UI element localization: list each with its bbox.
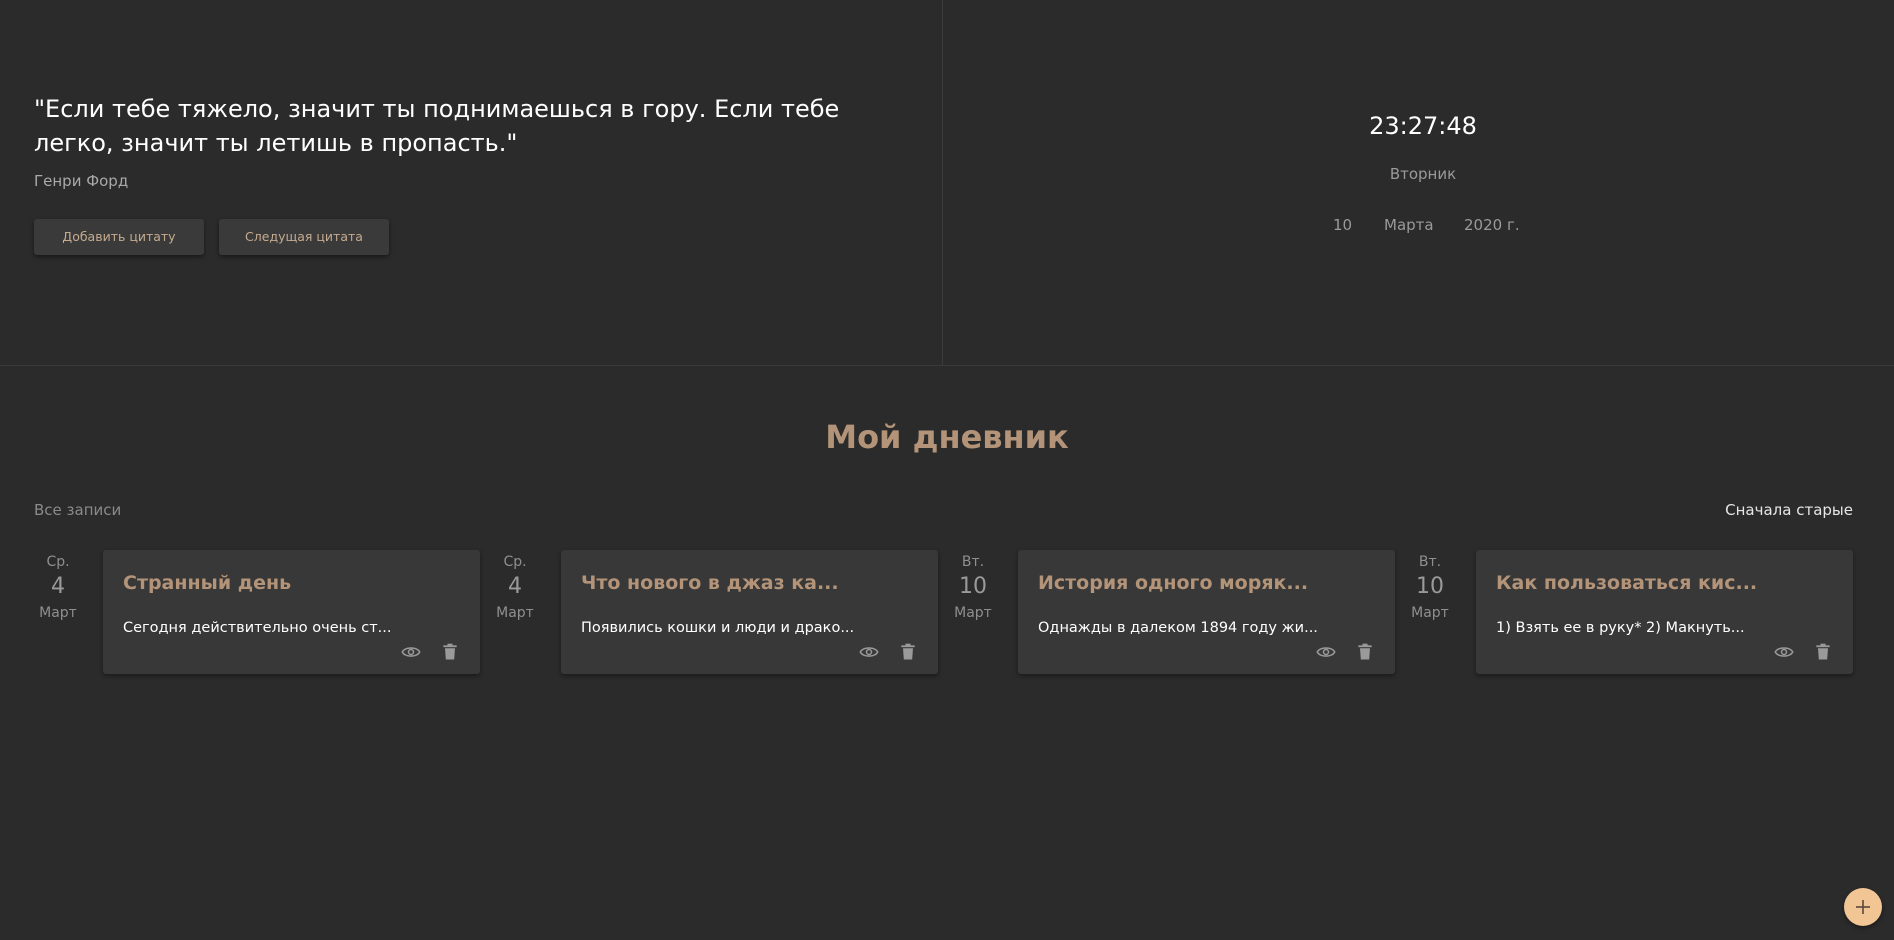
add-entry-button[interactable] [1844,888,1882,926]
top-panel: "Если тебе тяжело, значит ты поднимаешьс… [0,0,1894,366]
panel-divider [942,0,943,365]
quote-text: "Если тебе тяжело, значит ты поднимаешьс… [34,95,840,157]
clock-weekday: Вторник [1389,165,1457,183]
entry-title: История одного моряк... [1038,572,1309,594]
entry-weekday: Ср. [503,554,527,570]
entry-card[interactable]: Странный день Сегодня действительно очен… [103,550,480,674]
plus-icon [1856,900,1870,914]
eye-icon[interactable] [401,642,421,662]
entry-title: Что нового в джаз ка... [581,572,839,594]
entry-date: Вт. 10 Март [1400,553,1460,623]
diary-title: Мой дневник [825,418,1069,456]
entry-card[interactable]: Как пользоваться кис... 1) Взять ее в ру… [1476,550,1853,674]
entry-weekday: Вт. [1418,554,1442,570]
entry-date: Ср. 4 Март [28,553,88,623]
all-entries-label: Все записи [34,501,122,519]
entry-date: Вт. 10 Март [943,553,1003,623]
trash-icon[interactable] [1813,642,1833,662]
entry-preview: Однажды в далеком 1894 году жи... [1038,620,1318,636]
entry-day: 4 [51,574,65,599]
entry-card[interactable]: Что нового в джаз ка... Появились кошки … [561,550,938,674]
entry-day: 10 [1416,574,1444,599]
clock-year: 2020 г. [1464,216,1520,234]
entry-month: Март [496,605,534,621]
entry-day: 4 [508,574,522,599]
entry-preview: 1) Взять ее в руку* 2) Макнуть... [1496,620,1745,636]
entry-date: Ср. 4 Март [485,553,545,623]
entry-month: Март [954,605,992,621]
eye-icon[interactable] [1316,642,1336,662]
trash-icon[interactable] [898,642,918,662]
quote-author: Генри Форд [34,172,129,190]
clock-time: 23:27:48 [1369,112,1477,140]
clock-day: 10 [1333,216,1353,234]
entry-title: Как пользоваться кис... [1496,572,1758,594]
trash-icon[interactable] [440,642,460,662]
entry-preview: Сегодня действительно очень ст... [123,620,392,636]
entry-month: Март [39,605,77,621]
sort-toggle[interactable]: Сначала старые [1725,501,1853,519]
entry-day: 10 [959,574,987,599]
next-quote-button[interactable]: Следущая цитата [219,219,389,255]
entry-month: Март [1411,605,1449,621]
add-quote-button[interactable]: Добавить цитату [34,219,204,255]
entry-weekday: Ср. [46,554,70,570]
entry-title: Странный день [123,572,292,594]
entry-card[interactable]: История одного моряк... Однажды в далеко… [1018,550,1395,674]
entry-weekday: Вт. [961,554,985,570]
eye-icon[interactable] [859,642,879,662]
eye-icon[interactable] [1774,642,1794,662]
entry-preview: Появились кошки и люди и драко... [581,620,855,636]
clock-month: Марта [1384,216,1434,234]
trash-icon[interactable] [1355,642,1375,662]
